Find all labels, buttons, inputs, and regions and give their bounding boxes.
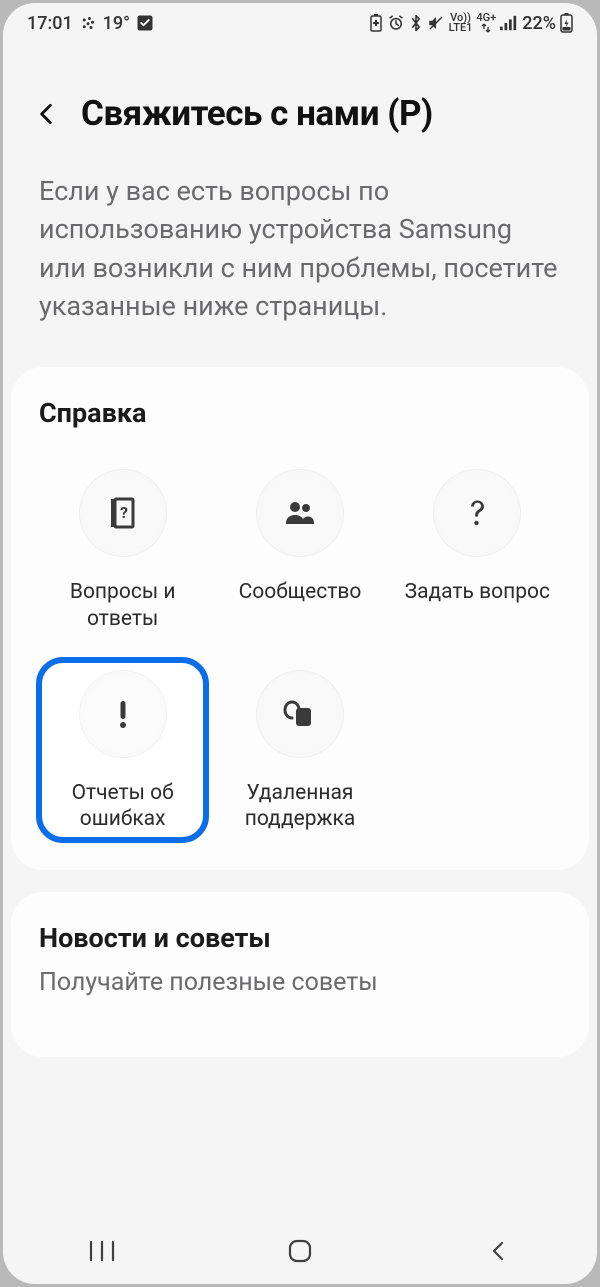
battery-saver-icon — [369, 14, 383, 32]
community-icon — [256, 469, 344, 557]
battery-icon — [560, 13, 573, 33]
remote-icon — [256, 670, 344, 758]
remote-support-label: Удаленная поддержка — [220, 780, 379, 833]
device-frame: 17:01 19° Vo)) LTE1 — [3, 3, 597, 1284]
page-header: Свяжитесь с нами (P) — [3, 43, 597, 164]
help-grid: ? Вопросы и ответы Сообщество Задать воп… — [39, 459, 561, 840]
battery-percent: 22% — [522, 13, 556, 34]
question-icon — [433, 469, 521, 557]
help-card-title: Справка — [39, 397, 561, 429]
network-type: 4G+ — [476, 13, 496, 33]
ask-tile[interactable]: Задать вопрос — [394, 459, 561, 640]
remote-support-tile[interactable]: Удаленная поддержка — [216, 660, 383, 841]
community-tile[interactable]: Сообщество — [216, 459, 383, 640]
system-navbar — [3, 1218, 597, 1284]
back-button[interactable] — [29, 97, 63, 131]
home-button[interactable] — [260, 1229, 340, 1273]
error-reports-tile[interactable]: Отчеты об ошибках — [39, 660, 206, 841]
intro-text: Если у вас есть вопросы по использованию… — [3, 164, 597, 367]
community-label: Сообщество — [239, 579, 362, 605]
news-subtitle: Получайте полезные советы — [39, 968, 561, 997]
recents-button[interactable] — [62, 1229, 142, 1273]
help-card: Справка ? Вопросы и ответы Сообщество За… — [11, 367, 589, 870]
faq-tile[interactable]: ? Вопросы и ответы — [39, 459, 206, 640]
weather-icon — [79, 14, 97, 32]
temperature: 19° — [103, 13, 130, 34]
signal-icon — [500, 15, 518, 31]
faq-icon: ? — [79, 469, 167, 557]
check-icon — [136, 14, 154, 32]
error-reports-label: Отчеты об ошибках — [43, 780, 202, 833]
bluetooth-icon — [409, 14, 423, 32]
volte-indicator: Vo)) LTE1 — [449, 13, 473, 33]
faq-label: Вопросы и ответы — [43, 579, 202, 632]
nav-back-button[interactable] — [458, 1229, 538, 1273]
exclamation-icon — [79, 670, 167, 758]
ask-label: Задать вопрос — [405, 579, 550, 605]
content-fade — [3, 1158, 597, 1218]
news-card[interactable]: Новости и советы Получайте полезные сове… — [11, 892, 589, 1057]
mute-icon — [427, 14, 445, 32]
page-title: Свяжитесь с нами (P) — [81, 93, 433, 134]
news-title: Новости и советы — [39, 922, 561, 954]
svg-text:?: ? — [120, 503, 128, 522]
clock: 17:01 — [27, 13, 73, 34]
statusbar: 17:01 19° Vo)) LTE1 — [3, 3, 597, 43]
alarm-icon — [387, 14, 405, 32]
